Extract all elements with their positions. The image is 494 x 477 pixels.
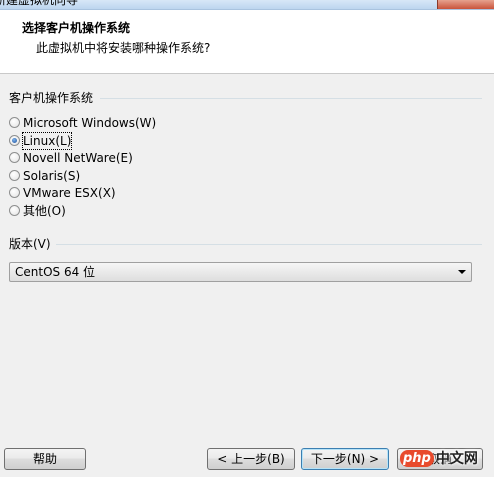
title-bar: 新建虚拟机向导 bbox=[0, 0, 494, 10]
radio-button[interactable] bbox=[9, 152, 20, 163]
version-group-label: 版本(V) bbox=[9, 237, 51, 251]
window-title: 新建虚拟机向导 bbox=[0, 0, 79, 7]
next-button[interactable]: 下一步(N) > bbox=[301, 448, 389, 470]
radio-label: 其他(O) bbox=[23, 203, 66, 218]
cancel-button[interactable]: 取消 bbox=[397, 448, 483, 470]
back-button[interactable]: < 上一步(B) bbox=[207, 448, 295, 470]
radio-vmware-esx[interactable]: VMware ESX(X) bbox=[9, 184, 116, 201]
close-button[interactable] bbox=[437, 0, 494, 9]
wizard-body: 客户机操作系统 Microsoft Windows(W) Linux(L) No… bbox=[0, 74, 494, 477]
radio-label: Microsoft Windows(W) bbox=[23, 115, 157, 130]
help-button[interactable]: 帮助 bbox=[4, 448, 86, 470]
os-group-divider bbox=[100, 98, 482, 99]
radio-button[interactable] bbox=[9, 187, 20, 198]
radio-button[interactable] bbox=[9, 170, 20, 181]
radio-label: Linux(L) bbox=[21, 131, 73, 150]
os-group-label: 客户机操作系统 bbox=[9, 91, 94, 105]
version-group-divider bbox=[56, 244, 482, 245]
radio-label: Novell NetWare(E) bbox=[23, 150, 133, 165]
radio-solaris[interactable]: Solaris(S) bbox=[9, 167, 80, 184]
radio-label: VMware ESX(X) bbox=[23, 185, 116, 200]
radio-linux[interactable]: Linux(L) bbox=[9, 131, 73, 150]
version-select-value: CentOS 64 位 bbox=[15, 265, 96, 279]
version-select[interactable]: CentOS 64 位 bbox=[9, 262, 472, 282]
wizard-header: 选择客户机操作系统 此虚拟机中将安装哪种操作系统? bbox=[0, 10, 494, 74]
radio-button[interactable] bbox=[9, 205, 20, 216]
page-subtitle: 此虚拟机中将安装哪种操作系统? bbox=[36, 41, 211, 55]
radio-label: Solaris(S) bbox=[23, 168, 81, 183]
radio-button[interactable] bbox=[9, 117, 20, 128]
radio-microsoft-windows[interactable]: Microsoft Windows(W) bbox=[9, 114, 156, 131]
chevron-down-icon[interactable] bbox=[458, 270, 466, 274]
radio-other[interactable]: 其他(O) bbox=[9, 202, 66, 219]
radio-novell-netware[interactable]: Novell NetWare(E) bbox=[9, 149, 133, 166]
page-title: 选择客户机操作系统 bbox=[22, 21, 131, 35]
radio-button-checked[interactable] bbox=[9, 135, 20, 146]
